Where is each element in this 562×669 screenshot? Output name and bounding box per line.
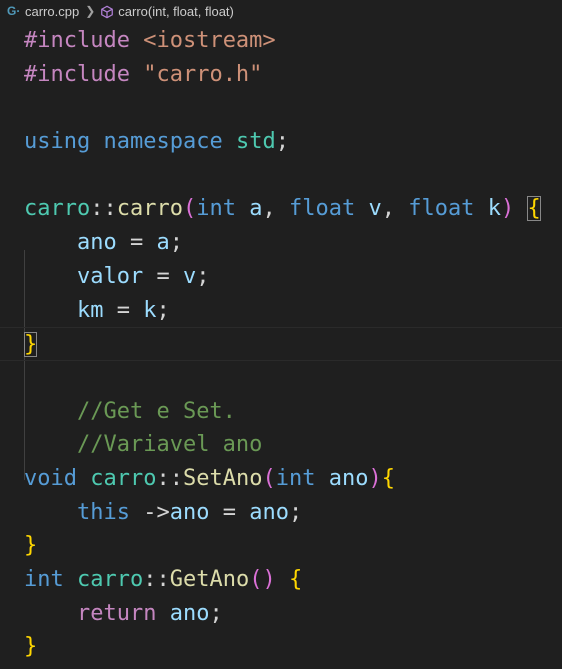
code-line-1[interactable]: #include <iostream> (0, 24, 562, 58)
breadcrumb-symbol[interactable]: carro(int, float, float) (118, 4, 234, 19)
token-operator: = (129, 230, 144, 256)
token-variable: ano (76, 230, 117, 256)
token-semicolon: ; (275, 129, 289, 155)
token-operator: = (222, 499, 236, 525)
breadcrumb: G· carro.cpp ❯ carro(int, float, float) (0, 0, 562, 22)
token-semicolon: ; (209, 600, 223, 626)
token-header: "carro.h" (143, 61, 263, 87)
token-brace-matched: { (527, 196, 541, 222)
token-param: a (249, 196, 263, 222)
token-variable: k (143, 297, 157, 323)
token-brace: } (24, 634, 38, 660)
token-semicolon: ; (156, 297, 170, 323)
token-header: <iostream> (143, 28, 276, 53)
token-scope: :: (90, 196, 117, 222)
token-function: GetAno (169, 567, 250, 592)
method-cube-icon (101, 5, 114, 19)
token-comma: , (262, 196, 276, 222)
token-variable: valor (76, 263, 144, 289)
code-line-4[interactable]: using namespace std; (0, 125, 562, 159)
token-variable: ano (249, 499, 289, 525)
code-line-12[interactable]: //Get e Set. (0, 395, 562, 429)
token-type: int (275, 465, 316, 491)
token-comment: //Get e Set. (76, 398, 236, 424)
code-line-14[interactable]: void carro::SetAno(int ano){ (0, 462, 562, 496)
breadcrumb-file[interactable]: carro.cpp (25, 4, 79, 19)
code-line-7[interactable]: ano = a; (0, 226, 562, 260)
token-comment: //Variavel ano (76, 432, 263, 458)
token-keyword: this (76, 499, 130, 525)
token-paren: ) (368, 465, 382, 491)
token-semicolon: ; (169, 230, 183, 256)
token-function: carro (116, 196, 183, 222)
token-directive: #include (24, 28, 130, 53)
token-function: SetAno (182, 465, 263, 491)
token-paren: ) (262, 567, 276, 592)
token-brace: } (24, 533, 38, 559)
code-editor[interactable]: #include <iostream> #include "carro.h" u… (0, 24, 562, 664)
token-brace: { (288, 567, 303, 592)
code-line-11[interactable] (0, 361, 562, 395)
token-scope: :: (156, 465, 183, 491)
token-keyword: namespace (103, 129, 223, 155)
token-class: carro (77, 567, 144, 592)
token-param: k (487, 196, 501, 222)
token-semicolon: ; (196, 263, 210, 289)
token-type: float (408, 196, 475, 222)
token-paren: ( (182, 196, 197, 222)
token-member: ano (169, 499, 210, 525)
token-paren: ( (249, 567, 263, 592)
token-namespace: std (235, 129, 276, 155)
chevron-right-icon: ❯ (85, 4, 96, 18)
token-variable: a (156, 230, 170, 256)
token-brace-matched: } (24, 332, 38, 358)
token-semicolon: ; (288, 499, 303, 525)
code-line-3[interactable] (0, 91, 562, 125)
token-class: carro (90, 465, 157, 491)
token-type: void (24, 465, 77, 491)
token-brace: { (381, 465, 395, 491)
code-line-13[interactable]: //Variavel ano (0, 428, 562, 462)
token-variable: ano (169, 600, 210, 626)
token-type: float (288, 196, 356, 222)
token-param: v (368, 196, 382, 222)
token-directive: #include (24, 61, 130, 87)
token-type: int (196, 196, 236, 222)
token-variable: v (182, 263, 197, 289)
code-line-16[interactable]: } (0, 529, 562, 563)
code-line-18[interactable]: return ano; (0, 597, 562, 631)
token-paren: ( (262, 465, 276, 491)
code-line-19[interactable]: } (0, 630, 562, 664)
token-keyword: using (24, 129, 91, 155)
token-comma: , (381, 196, 395, 222)
token-arrow: -> (143, 499, 170, 525)
code-line-8[interactable]: valor = v; (0, 260, 562, 294)
code-line-9[interactable]: km = k; (0, 294, 562, 328)
token-param: ano (328, 465, 369, 491)
token-paren: ) (500, 196, 515, 222)
code-line-17[interactable]: int carro::GetAno() { (0, 563, 562, 597)
token-variable: km (76, 297, 104, 323)
token-operator: = (116, 297, 130, 323)
code-line-10-current[interactable]: } (0, 327, 562, 361)
token-type: int (24, 567, 64, 592)
cpp-file-icon: G· (7, 4, 21, 18)
token-keyword: return (76, 600, 157, 626)
code-line-15[interactable]: this ->ano = ano; (0, 496, 562, 530)
code-line-6[interactable]: carro::carro(int a, float v, float k) { (0, 192, 562, 226)
token-class: carro (24, 196, 91, 222)
token-operator: = (156, 263, 170, 289)
token-scope: :: (143, 567, 170, 592)
code-line-5[interactable] (0, 159, 562, 193)
code-line-2[interactable]: #include "carro.h" (0, 58, 562, 92)
